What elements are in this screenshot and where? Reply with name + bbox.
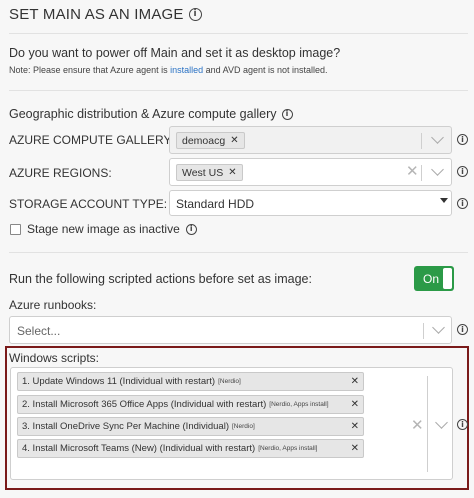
- runbooks-select[interactable]: Select...: [9, 316, 452, 344]
- x-icon[interactable]: ✕: [351, 399, 359, 410]
- separator: [423, 323, 424, 339]
- regions-select[interactable]: West US ✕ ✕: [169, 158, 452, 186]
- gallery-section-title: Geographic distribution & Azure compute …: [9, 107, 293, 121]
- separator: [421, 133, 422, 149]
- x-icon[interactable]: ✕: [230, 135, 238, 146]
- toggle-knob: [443, 268, 452, 289]
- regions-tag: West US ✕: [176, 164, 243, 181]
- x-icon[interactable]: ✕: [351, 421, 359, 432]
- script-item: 1. Update Windows 11 (Individual with re…: [17, 372, 364, 391]
- separator: [427, 376, 428, 472]
- clear-icon[interactable]: ✕: [411, 418, 424, 433]
- info-icon[interactable]: i: [457, 134, 468, 145]
- separator: [421, 165, 422, 181]
- compute-gallery-select[interactable]: demoacg ✕: [169, 126, 452, 154]
- scripted-actions-toggle[interactable]: On: [414, 266, 454, 291]
- regions-label: AZURE REGIONS:: [9, 166, 112, 180]
- stage-inactive-label: Stage new image as inactive: [27, 222, 180, 236]
- script-item: 2. Install Microsoft 365 Office Apps (In…: [17, 395, 364, 414]
- script-item: 4. Install Microsoft Teams (New) (Indivi…: [17, 439, 364, 458]
- info-icon[interactable]: i: [457, 166, 468, 177]
- runbooks-placeholder: Select...: [17, 324, 61, 338]
- x-icon[interactable]: ✕: [351, 443, 359, 454]
- page-title: SET MAIN AS AN IMAGE i: [9, 6, 202, 23]
- clear-icon[interactable]: ✕: [406, 164, 419, 179]
- compute-gallery-tag: demoacg ✕: [176, 132, 245, 149]
- divider: [9, 90, 468, 91]
- stage-inactive-checkbox[interactable]: [10, 223, 21, 235]
- info-icon[interactable]: i: [188, 8, 202, 21]
- chevron-down-icon[interactable]: [435, 416, 448, 429]
- info-icon[interactable]: i: [281, 108, 293, 120]
- info-icon[interactable]: i: [185, 223, 197, 235]
- power-off-question: Do you want to power off Main and set it…: [9, 46, 341, 60]
- caret-down-icon[interactable]: [440, 198, 448, 203]
- compute-gallery-label: AZURE COMPUTE GALLERY:: [9, 133, 175, 147]
- chevron-down-icon[interactable]: [432, 321, 445, 334]
- divider: [9, 33, 468, 34]
- runbooks-label: Azure runbooks:: [9, 298, 97, 312]
- info-icon[interactable]: i: [457, 324, 468, 335]
- power-off-note: Note: Please ensure that Azure agent is …: [9, 65, 328, 75]
- page-title-text: SET MAIN AS AN IMAGE: [9, 6, 184, 23]
- chevron-down-icon[interactable]: [431, 163, 444, 176]
- x-icon[interactable]: ✕: [351, 376, 359, 387]
- storage-value: Standard HDD: [176, 197, 255, 211]
- chevron-down-icon[interactable]: [431, 131, 444, 144]
- stage-inactive-row[interactable]: Stage new image as inactive i: [10, 222, 197, 236]
- installed-link[interactable]: installed: [170, 65, 203, 75]
- script-item: 3. Install OneDrive Sync Per Machine (In…: [17, 417, 364, 436]
- windows-scripts-label: Windows scripts:: [9, 351, 100, 365]
- toggle-label: On: [423, 271, 440, 286]
- storage-select[interactable]: Standard HDD: [169, 190, 452, 216]
- divider: [9, 252, 468, 253]
- x-icon[interactable]: ✕: [228, 167, 236, 178]
- info-icon[interactable]: i: [457, 198, 468, 209]
- scripted-actions-question: Run the following scripted actions befor…: [9, 272, 312, 286]
- storage-label: STORAGE ACCOUNT TYPE:: [9, 197, 168, 211]
- info-icon[interactable]: i: [457, 419, 468, 430]
